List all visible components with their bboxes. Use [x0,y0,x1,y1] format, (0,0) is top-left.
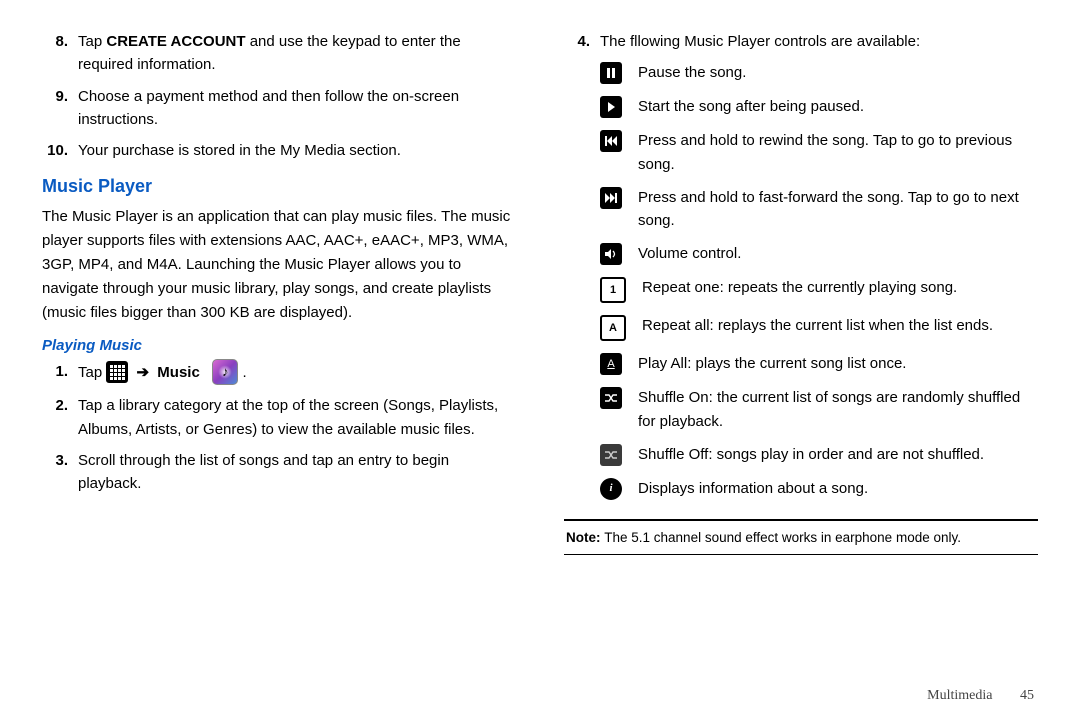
step-number: 9. [42,85,68,132]
left-column: 8. Tap CREATE ACCOUNT and use the keypad… [42,30,516,670]
control-label: Press and hold to fast-forward the song.… [638,186,1038,233]
info-icon: i [600,478,622,500]
control-label: Start the song after being paused. [638,95,1038,119]
next-track-icon [600,187,622,209]
playing-music-steps: 1. Tap ➔ Music ♪ . 2. Tap a library cate… [42,360,516,495]
divider [564,554,1038,555]
step-text: Tap ➔ Music ♪ . [78,360,247,386]
play-all-icon: A [600,353,622,375]
note-text: Note: The 5.1 channel sound effect works… [564,529,1038,548]
repeat-all-icon: A [600,315,626,341]
controls-table: Pause the song. Start the song after bei… [600,61,1038,501]
control-label: Shuffle Off: songs play in order and are… [638,443,1038,467]
repeat-one-icon: 1 [600,277,626,303]
list-item: 3. Scroll through the list of songs and … [42,449,516,496]
control-row-shuffle-on: Shuffle On: the current list of songs ar… [600,386,1038,433]
account-steps-list: 8. Tap CREATE ACCOUNT and use the keypad… [42,30,516,162]
list-item: 10. Your purchase is stored in the My Me… [42,139,516,162]
control-row-play: Start the song after being paused. [600,95,1038,119]
control-row-play-all: A Play All: plays the current song list … [600,352,1038,376]
step-text: Scroll through the list of songs and tap… [78,449,516,496]
control-row-pause: Pause the song. [600,61,1038,85]
control-label: Repeat all: replays the current list whe… [642,314,1038,342]
step-text: Tap CREATE ACCOUNT and use the keypad to… [78,30,516,77]
control-label: Shuffle On: the current list of songs ar… [638,386,1038,433]
music-app-icon: ♪ [212,359,238,385]
list-item: 2. Tap a library category at the top of … [42,394,516,441]
control-row-info: i Displays information about a song. [600,477,1038,501]
step-text: The fllowing Music Player controls are a… [600,30,920,53]
control-row-repeat-one: 1 Repeat one: repeats the currently play… [600,276,1038,304]
arrow-right-icon: ➔ [133,364,154,381]
apps-grid-icon [106,361,128,383]
control-row-next: Press and hold to fast-forward the song.… [600,186,1038,233]
step-number: 8. [42,30,68,77]
step-text: Choose a payment method and then follow … [78,85,516,132]
note-label: Note: [566,530,604,545]
step-number: 2. [42,394,68,441]
control-row-previous: Press and hold to rewind the song. Tap t… [600,129,1038,176]
right-column: 4. The fllowing Music Player controls ar… [564,30,1038,670]
list-item: 8. Tap CREATE ACCOUNT and use the keypad… [42,30,516,77]
controls-intro-list: 4. The fllowing Music Player controls ar… [564,30,1038,53]
control-label: Repeat one: repeats the currently playin… [642,276,1038,304]
step-text: Tap a library category at the top of the… [78,394,516,441]
page-footer: Multimedia 45 [0,680,1080,704]
divider [564,519,1038,521]
section-heading-music-player: Music Player [42,176,516,197]
footer-page-number: 45 [996,688,1034,703]
pause-icon [600,62,622,84]
control-row-repeat-all: A Repeat all: replays the current list w… [600,314,1038,342]
control-label: Pause the song. [638,61,1038,85]
control-label: Volume control. [638,242,1038,266]
list-item: 1. Tap ➔ Music ♪ . [42,360,516,386]
list-item: 9. Choose a payment method and then foll… [42,85,516,132]
previous-track-icon [600,130,622,152]
step-number: 3. [42,449,68,496]
control-row-volume: Volume control. [600,242,1038,266]
control-label: Displays information about a song. [638,477,1038,501]
music-player-intro: The Music Player is an application that … [42,205,516,325]
shuffle-off-icon [600,444,622,466]
list-item: 4. The fllowing Music Player controls ar… [564,30,1038,53]
shuffle-on-icon [600,387,622,409]
subheading-playing-music: Playing Music [42,337,516,354]
control-row-shuffle-off: Shuffle Off: songs play in order and are… [600,443,1038,467]
control-label: Play All: plays the current song list on… [638,352,1038,376]
music-label: Music [157,364,200,381]
step-number: 4. [564,30,590,53]
play-icon [600,96,622,118]
step-text: Your purchase is stored in the My Media … [78,139,401,162]
page-body: 8. Tap CREATE ACCOUNT and use the keypad… [0,0,1080,680]
control-label: Press and hold to rewind the song. Tap t… [638,129,1038,176]
step-number: 1. [42,360,68,386]
footer-section: Multimedia [927,688,992,703]
volume-icon [600,243,622,265]
step-number: 10. [42,139,68,162]
